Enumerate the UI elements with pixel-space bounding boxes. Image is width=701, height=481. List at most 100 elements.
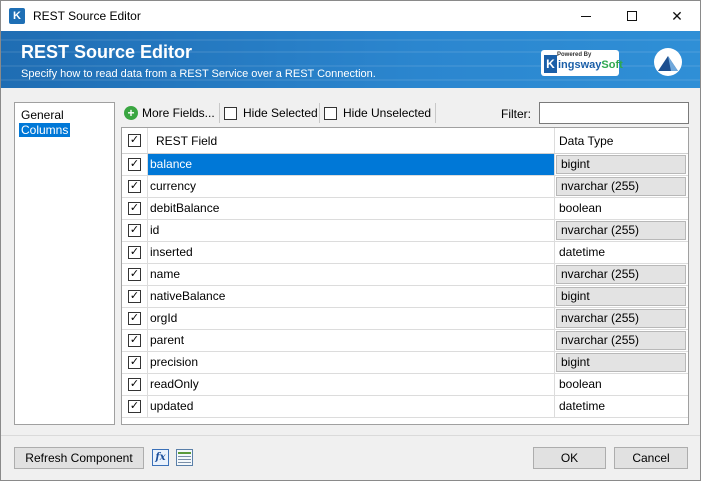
field-name-cell[interactable]: nativeBalance: [148, 286, 555, 307]
banner-stripe: [1, 39, 700, 41]
field-name-cell[interactable]: inserted: [148, 242, 555, 263]
field-name-cell[interactable]: balance: [148, 154, 555, 175]
header-banner: REST Source Editor Specify how to read d…: [1, 31, 700, 88]
row-checkbox[interactable]: ✓: [128, 356, 141, 369]
data-type-cell[interactable]: nvarchar (255): [555, 308, 688, 329]
rest-source-editor-window: K REST Source Editor ✕ REST Source Edito…: [0, 0, 701, 481]
table-row[interactable]: ✓ id nvarchar (255): [122, 220, 688, 242]
table-row[interactable]: ✓ orgId nvarchar (255): [122, 308, 688, 330]
table-row[interactable]: ✓ readOnly boolean: [122, 374, 688, 396]
table-row[interactable]: ✓ parent nvarchar (255): [122, 330, 688, 352]
brand-name: ingswaySoft: [558, 59, 623, 71]
row-checkbox[interactable]: ✓: [128, 202, 141, 215]
row-checkbox[interactable]: ✓: [128, 334, 141, 347]
data-type-value: boolean: [559, 201, 602, 215]
field-name-cell[interactable]: precision: [148, 352, 555, 373]
data-type-cell[interactable]: bigint: [555, 352, 688, 373]
toolbar-divider: [219, 103, 220, 123]
cancel-button[interactable]: Cancel: [614, 447, 688, 469]
select-all-checkbox[interactable]: ✓: [128, 134, 141, 147]
row-checkbox-cell: ✓: [122, 308, 148, 329]
footer-divider: [1, 435, 700, 436]
table-row[interactable]: ✓ currency nvarchar (255): [122, 176, 688, 198]
field-name-cell[interactable]: name: [148, 264, 555, 285]
field-name-cell[interactable]: parent: [148, 330, 555, 351]
data-type-value: datetime: [559, 245, 606, 259]
table-row[interactable]: ✓ debitBalance boolean: [122, 198, 688, 220]
more-fields-button[interactable]: + More Fields...: [124, 105, 215, 121]
field-name-cell[interactable]: updated: [148, 396, 555, 417]
hide-selected-checkbox[interactable]: Hide Selected: [224, 106, 318, 120]
data-type-cell[interactable]: nvarchar (255): [555, 330, 688, 351]
row-checkbox[interactable]: ✓: [128, 378, 141, 391]
data-type-cell[interactable]: nvarchar (255): [555, 176, 688, 197]
field-name-cell[interactable]: debitBalance: [148, 198, 555, 219]
columns-grid: ✓ REST Field Data Type ✓ balance bigint ✓ cu…: [121, 127, 689, 425]
nav-item-general[interactable]: General: [19, 108, 66, 122]
close-button[interactable]: ✕: [654, 1, 700, 31]
minimize-icon: [581, 15, 591, 17]
row-checkbox[interactable]: ✓: [128, 158, 141, 171]
row-checkbox[interactable]: ✓: [128, 290, 141, 303]
data-type-value: nvarchar (255): [556, 265, 686, 284]
data-type-cell[interactable]: boolean: [555, 198, 688, 219]
table-row[interactable]: ✓ balance bigint: [122, 154, 688, 176]
row-checkbox-cell: ✓: [122, 330, 148, 351]
row-checkbox-cell: ✓: [122, 352, 148, 373]
column-mapping-icon[interactable]: [176, 449, 193, 466]
table-row[interactable]: ✓ inserted datetime: [122, 242, 688, 264]
refresh-component-button[interactable]: Refresh Component: [14, 447, 144, 469]
kingsway-app-icon: K: [9, 8, 25, 24]
brand-k-mark: K: [544, 55, 557, 73]
row-checkbox[interactable]: ✓: [128, 246, 141, 259]
select-all-cell: ✓: [122, 128, 148, 153]
brand-name-main: ingsway: [558, 59, 602, 71]
maximize-icon: [627, 11, 637, 21]
row-checkbox-cell: ✓: [122, 242, 148, 263]
data-type-value: bigint: [556, 353, 686, 372]
data-type-cell[interactable]: nvarchar (255): [555, 220, 688, 241]
row-checkbox[interactable]: ✓: [128, 224, 141, 237]
field-name-cell[interactable]: readOnly: [148, 374, 555, 395]
row-checkbox[interactable]: ✓: [128, 400, 141, 413]
row-checkbox-cell: ✓: [122, 220, 148, 241]
add-icon: +: [124, 106, 138, 120]
ok-button[interactable]: OK: [533, 447, 606, 469]
table-row[interactable]: ✓ name nvarchar (255): [122, 264, 688, 286]
data-type-value: nvarchar (255): [556, 177, 686, 196]
row-checkbox[interactable]: ✓: [128, 312, 141, 325]
data-type-cell[interactable]: bigint: [555, 154, 688, 175]
data-type-cell[interactable]: nvarchar (255): [555, 264, 688, 285]
data-type-cell[interactable]: boolean: [555, 374, 688, 395]
data-type-cell[interactable]: datetime: [555, 396, 688, 417]
nav-item-columns[interactable]: Columns: [19, 123, 71, 137]
hide-selected-label: Hide Selected: [243, 106, 318, 120]
minimize-button[interactable]: [563, 1, 609, 31]
fx-expression-icon[interactable]: fx: [152, 449, 169, 466]
maximize-button[interactable]: [609, 1, 655, 31]
field-name-cell[interactable]: orgId: [148, 308, 555, 329]
row-checkbox[interactable]: ✓: [128, 268, 141, 281]
data-type-value: bigint: [556, 155, 686, 174]
row-checkbox-cell: ✓: [122, 264, 148, 285]
powered-by-text: Powered By: [557, 52, 592, 58]
table-row[interactable]: ✓ nativeBalance bigint: [122, 286, 688, 308]
field-name-cell[interactable]: currency: [148, 176, 555, 197]
toolbar-divider: [319, 103, 320, 123]
field-name-cell[interactable]: id: [148, 220, 555, 241]
rest-component-logo-icon: [654, 48, 682, 76]
data-type-value: nvarchar (255): [556, 309, 686, 328]
brand-name-soft: Soft: [601, 59, 623, 71]
columns-toolbar: + More Fields... Hide Selected Hide Unse…: [121, 101, 689, 125]
row-checkbox[interactable]: ✓: [128, 180, 141, 193]
data-type-cell[interactable]: bigint: [555, 286, 688, 307]
hide-unselected-label: Hide Unselected: [343, 106, 432, 120]
header-rest-field[interactable]: REST Field: [148, 128, 555, 153]
table-row[interactable]: ✓ updated datetime: [122, 396, 688, 418]
filter-input[interactable]: [539, 102, 689, 124]
table-row[interactable]: ✓ precision bigint: [122, 352, 688, 374]
header-data-type[interactable]: Data Type: [555, 128, 688, 153]
checkbox-box: [224, 106, 237, 120]
hide-unselected-checkbox[interactable]: Hide Unselected: [324, 106, 431, 120]
data-type-cell[interactable]: datetime: [555, 242, 688, 263]
